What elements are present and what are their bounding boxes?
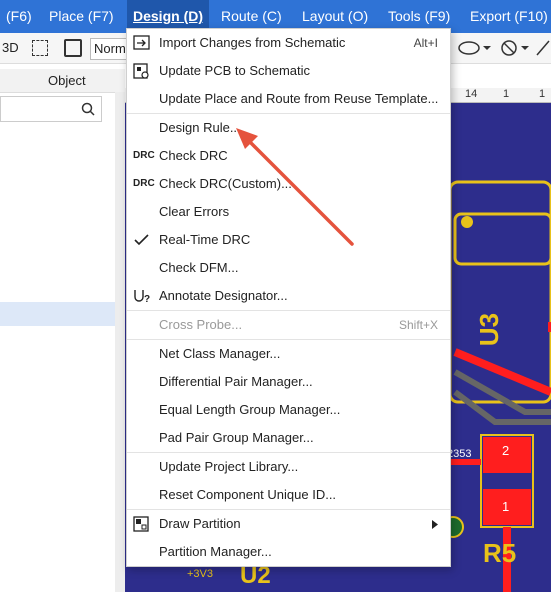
partition-icon [133, 516, 149, 532]
designator-u3: U3 [474, 312, 505, 347]
power-label: +3V3 [187, 568, 213, 580]
check-icon [134, 234, 149, 246]
menu-item-check-drc-custom[interactable]: DRC Check DRC(Custom)... [127, 170, 450, 198]
pad-2-label: 2 [502, 443, 510, 458]
designator-r5: R5 [483, 538, 517, 568]
update-pcb-icon [133, 63, 149, 79]
menu-item-partition-manager[interactable]: Partition Manager... [127, 538, 450, 566]
selected-row[interactable] [0, 302, 125, 326]
panel-tabs: Object [0, 69, 125, 93]
design-menu: Import Changes from Schematic Alt+I Upda… [126, 28, 451, 567]
menu-item-update-place-route[interactable]: Update Place and Route from Reuse Templa… [127, 85, 450, 113]
menu-item-import-changes[interactable]: Import Changes from Schematic Alt+I [127, 29, 450, 57]
menu-prev[interactable]: (F6) [6, 0, 32, 33]
svg-text:?: ? [144, 294, 150, 304]
panel-splitter[interactable] [115, 92, 125, 592]
ruler-label: 1 [503, 88, 510, 100]
menu-item-update-project-library[interactable]: Update Project Library... [127, 453, 450, 481]
view-3d-button[interactable]: 3D [2, 38, 19, 58]
zoom-icon[interactable] [64, 39, 82, 57]
menu-item-annotate-designator[interactable]: ? Annotate Designator... [127, 282, 450, 310]
menu-item-cross-probe: Cross Probe... Shift+X [159, 317, 438, 332]
import-icon [133, 35, 150, 50]
ruler-label: 14 [465, 88, 478, 100]
menu-item-pad-pair-manager[interactable]: Pad Pair Group Manager... [127, 424, 450, 452]
menu-item-equal-length-manager[interactable]: Equal Length Group Manager... [127, 396, 450, 424]
left-panel [0, 92, 125, 592]
draw-tools[interactable] [455, 39, 551, 59]
pad-1-label: 1 [502, 499, 510, 514]
menu-item-diff-pair-manager[interactable]: Differential Pair Manager... [127, 368, 450, 396]
layer-select[interactable]: Norma [90, 38, 129, 60]
drc-icon: DRC [133, 150, 155, 161]
menu-item-clear-errors[interactable]: Clear Errors [127, 198, 450, 226]
menu-item-net-class-manager[interactable]: Net Class Manager... [127, 340, 450, 368]
menu-item-realtime-drc[interactable]: Real-Time DRC [127, 226, 450, 254]
menu-item-update-pcb[interactable]: Update PCB to Schematic [127, 57, 450, 85]
menu-export[interactable]: Export (F10) [470, 0, 548, 33]
menu-place[interactable]: Place (F7) [49, 0, 114, 33]
ruler-label: 1 [539, 88, 546, 100]
search-input[interactable] [0, 96, 102, 122]
search-icon [81, 102, 95, 116]
tab-object[interactable]: Object [48, 69, 86, 92]
menu-item-check-drc[interactable]: DRC Check DRC [127, 142, 450, 170]
submenu-arrow-icon [432, 520, 438, 529]
select-box-icon[interactable] [32, 40, 48, 56]
menu-item-draw-partition[interactable]: Draw Partition [127, 510, 450, 538]
menu-item-design-rule[interactable]: Design Rule... [127, 114, 450, 142]
drc-icon: DRC [133, 178, 155, 189]
menu-item-reset-unique-id[interactable]: Reset Component Unique ID... [127, 481, 450, 509]
annotate-icon: ? [134, 290, 150, 304]
menu-item-check-dfm[interactable]: Check DFM... [127, 254, 450, 282]
